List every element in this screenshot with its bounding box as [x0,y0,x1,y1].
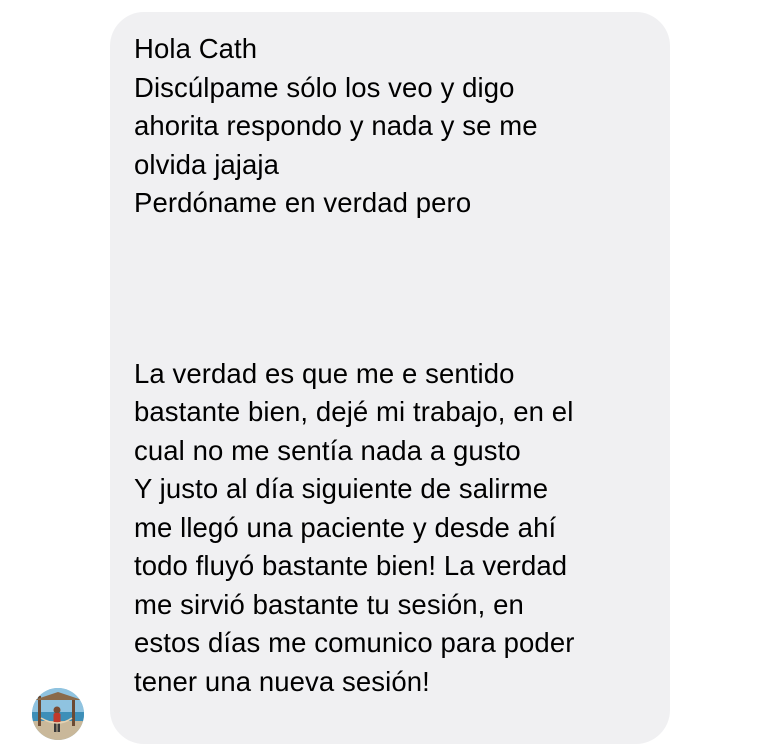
message-line: cual no me sentía nada a gusto [134,434,521,466]
message-line: Hola Cath [134,33,258,64]
incoming-message-bubble[interactable]: Hola Cath Discúlpame sólo los veo y digo… [110,12,670,744]
message-line: me llegó una paciente y desde ahí [134,511,557,543]
profile-photo-icon [32,688,84,740]
message-line: Perdóname en verdad pero [134,187,472,218]
message-line: olvida jajaja [134,148,280,180]
sender-avatar[interactable] [32,688,84,740]
message-line: Y justo al día siguiente de salirme [134,473,549,504]
message-line: todo fluyó bastante bien! La verdad [134,550,568,581]
message-line: tener una nueva sesión! [134,665,430,697]
message-line: bastante bien, dejé mi trabajo, en el [134,396,574,427]
message-line: ahorita respondo y nada y se me [134,110,538,141]
message-line: estos días me comunico para poder [134,627,575,658]
blank-lines-spacer [134,223,642,355]
message-line: Discúlpame sólo los veo y digo [134,71,515,103]
message-line: La verdad es que me e sentido [134,357,515,389]
chat-area: Hola Cath Discúlpame sólo los veo y digo… [0,0,768,748]
message-line: me sirvió bastante tu sesión, en [134,588,524,620]
